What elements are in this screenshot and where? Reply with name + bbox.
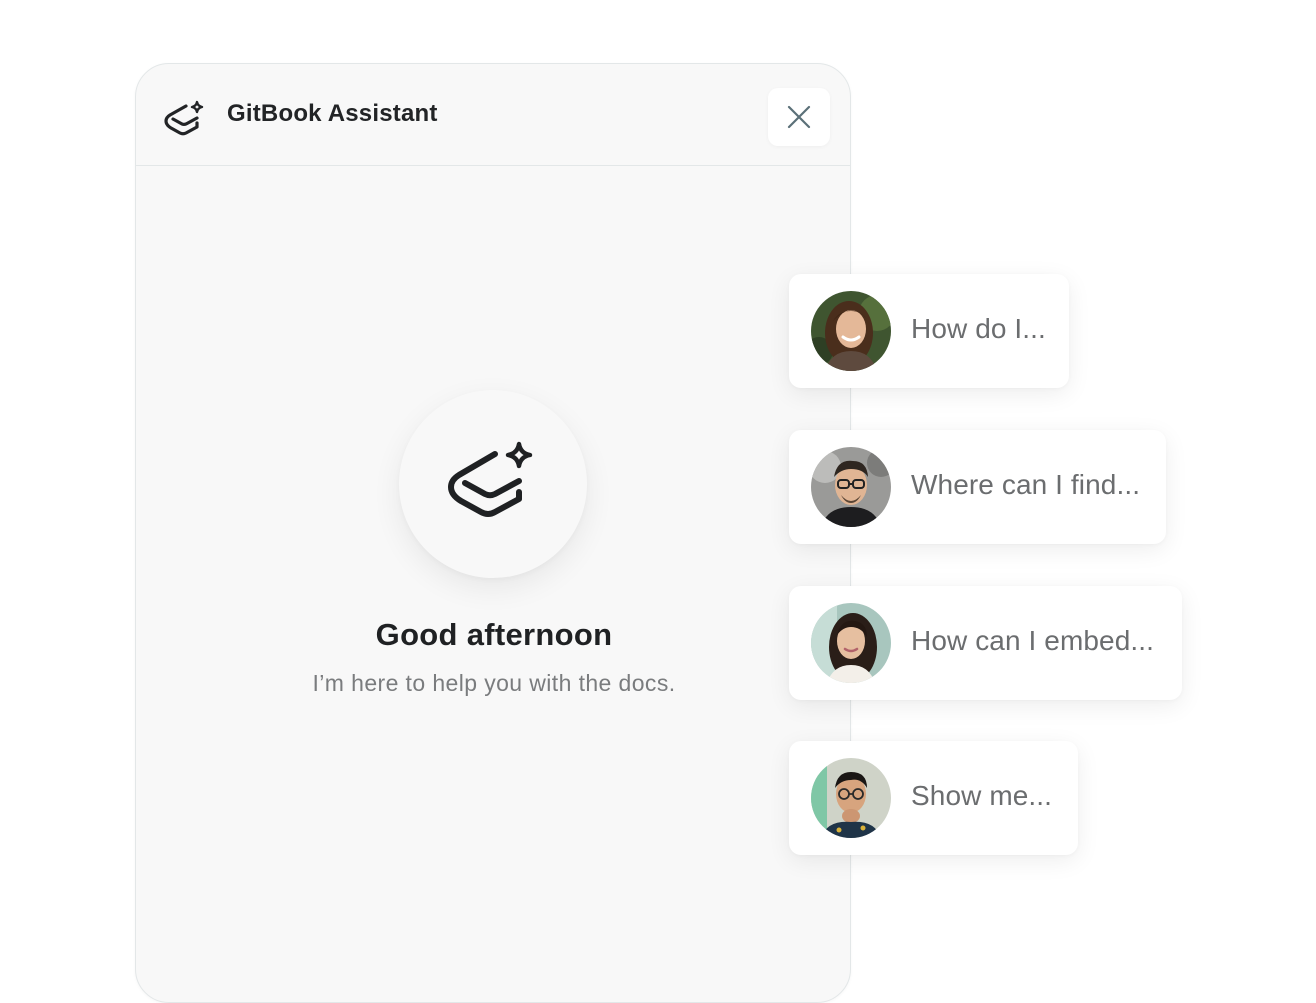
suggestion-card[interactable]: How do I... xyxy=(789,274,1069,388)
avatar xyxy=(811,447,891,527)
suggestion-text: Where can I find... xyxy=(911,469,1141,500)
panel-header: GitBook Assistant xyxy=(136,64,850,166)
assistant-panel: GitBook Assistant Good afternoon I’m her… xyxy=(135,63,851,1003)
close-button[interactable] xyxy=(768,88,830,146)
suggestion-text: How can I embed... xyxy=(911,625,1155,656)
suggestion-card[interactable]: How can I embed... xyxy=(789,586,1182,700)
assistant-title: GitBook Assistant xyxy=(227,100,438,127)
avatar xyxy=(811,603,891,683)
greeting-subtitle: I’m here to help you with the docs. xyxy=(312,670,676,696)
suggestion-text: Show me... xyxy=(911,780,1053,811)
greeting-heading: Good afternoon xyxy=(375,617,613,652)
avatar xyxy=(811,758,891,838)
avatar xyxy=(811,291,891,371)
assistant-hero-badge xyxy=(399,390,587,578)
gitbook-assistant-icon xyxy=(164,98,206,136)
suggestion-text: How do I... xyxy=(911,313,1046,344)
suggestion-card[interactable]: Show me... xyxy=(789,741,1078,855)
suggestion-card[interactable]: Where can I find... xyxy=(789,430,1166,544)
